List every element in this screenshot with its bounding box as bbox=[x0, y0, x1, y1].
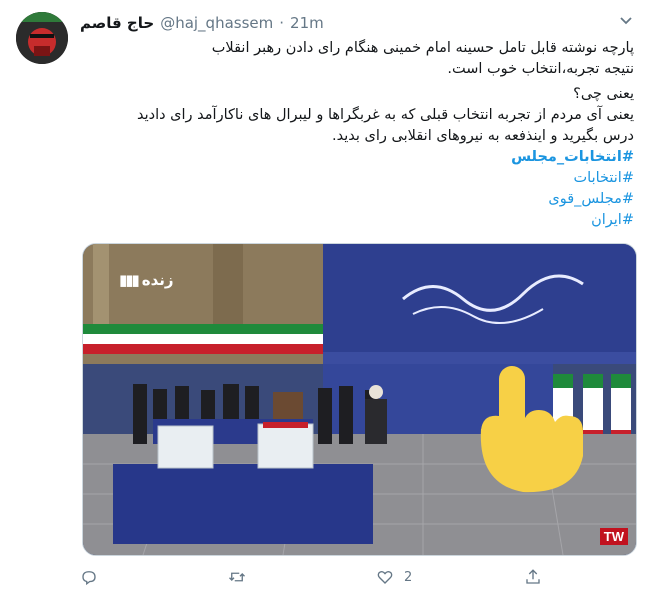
avatar[interactable] bbox=[16, 12, 68, 64]
hashtag-link[interactable]: #انتخابات bbox=[80, 168, 634, 189]
tweet-line: پارچه نوشته قابل تامل حسینه امام خمینی ه… bbox=[211, 40, 634, 56]
channel-logo-text: زنده bbox=[141, 271, 174, 289]
like-count: 2 bbox=[404, 569, 413, 585]
share-button[interactable] bbox=[524, 568, 542, 586]
retweet-icon bbox=[229, 572, 245, 582]
reply-button[interactable] bbox=[80, 568, 98, 586]
channel-logo: ▮▮▮ زنده bbox=[119, 271, 174, 289]
scene-image bbox=[83, 244, 636, 555]
hashtag-link[interactable]: #انتخابات_مجلس bbox=[80, 147, 634, 168]
share-icon bbox=[526, 569, 540, 584]
tweet-header: حاج قاصم @haj_qhassem · 21m bbox=[80, 14, 324, 32]
tweet-line: یعنی آی مردم از تجربه انتخاب قبلی که به … bbox=[136, 107, 634, 123]
heart-icon bbox=[377, 570, 393, 584]
tweet-text: پارچه نوشته قابل تامل حسینه امام خمینی ه… bbox=[80, 38, 634, 231]
live-bars-icon: ▮▮▮ bbox=[119, 271, 140, 289]
display-name[interactable]: حاج قاصم bbox=[80, 14, 154, 32]
retweet-button[interactable] bbox=[228, 568, 246, 586]
tweet-line: نتیجه تجربه،انتخاب خوب است. bbox=[447, 61, 634, 77]
tweet-image[interactable]: ▮▮▮ زنده TW bbox=[82, 243, 637, 556]
timestamp[interactable]: 21m bbox=[290, 14, 324, 32]
dot-separator: · bbox=[279, 14, 285, 32]
tw-badge: TW bbox=[599, 528, 628, 545]
like-button[interactable]: 2 bbox=[376, 568, 412, 586]
hashtag-link[interactable]: #مجلس_قوی bbox=[80, 189, 634, 210]
handle[interactable]: @haj_qhassem bbox=[160, 14, 273, 32]
chevron-down-icon[interactable] bbox=[618, 12, 634, 28]
tweet-line: درس بگیرید و اینذفعه به نیروهای انقلابی … bbox=[332, 128, 634, 144]
tweet-line: یعنی چی؟ bbox=[573, 86, 634, 102]
tweet-actions: 2 bbox=[80, 568, 550, 590]
reply-icon bbox=[82, 571, 96, 586]
hashtag-link[interactable]: #ایران bbox=[80, 210, 634, 231]
